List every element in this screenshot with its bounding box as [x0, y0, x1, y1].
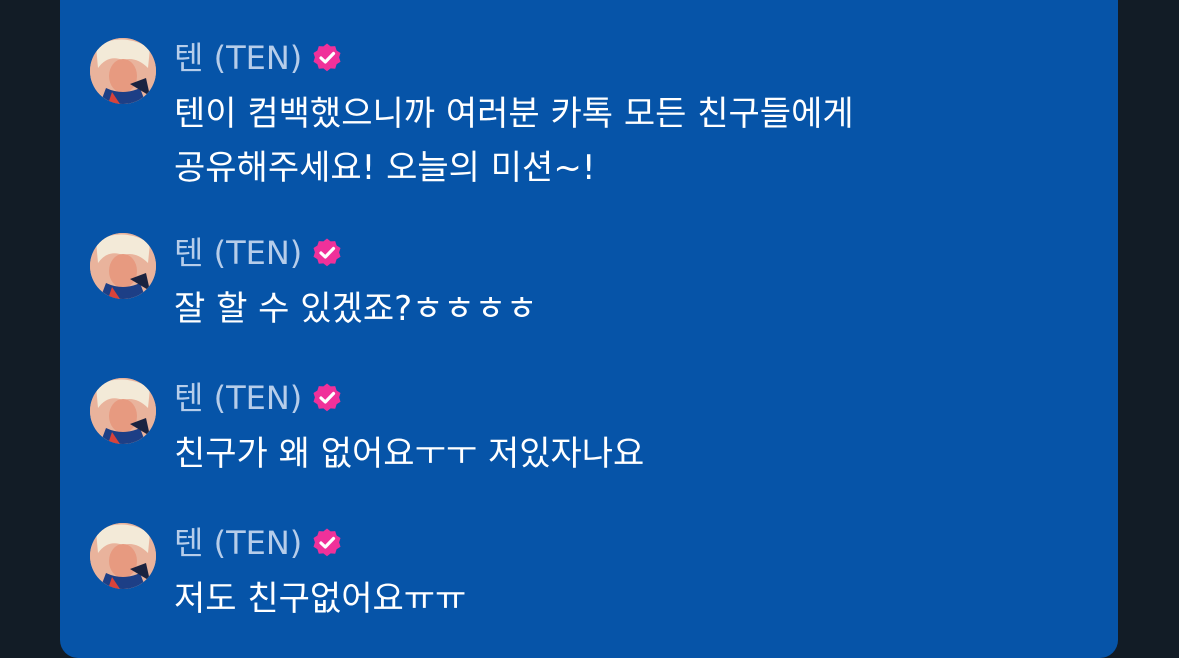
author-name[interactable]: 텐 (TEN)	[174, 376, 302, 420]
verified-badge-icon	[313, 383, 341, 412]
avatar[interactable]	[90, 378, 156, 444]
author-row: 텐 (TEN)	[174, 521, 343, 565]
author-name[interactable]: 텐 (TEN)	[174, 36, 302, 80]
author-row: 텐 (TEN)	[174, 36, 343, 80]
message-text: 잘 할 수 있겠죠?ㅎㅎㅎㅎ	[174, 289, 538, 329]
author-row: 텐 (TEN)	[174, 376, 343, 420]
author-row: 텐 (TEN)	[174, 231, 343, 275]
message-text: 저도 친구없어요ㅠㅠ	[174, 579, 467, 619]
verified-badge-icon	[313, 238, 341, 267]
avatar[interactable]	[90, 38, 156, 104]
verified-badge-icon	[313, 528, 341, 557]
avatar[interactable]	[90, 523, 156, 589]
verified-badge-icon	[313, 43, 341, 72]
author-name[interactable]: 텐 (TEN)	[174, 231, 302, 275]
author-name[interactable]: 텐 (TEN)	[174, 521, 302, 565]
message-text: 친구가 왜 없어요ㅜㅜ 저있자나요	[174, 434, 645, 474]
avatar[interactable]	[90, 233, 156, 299]
message-text: 텐이 컴백했으니까 여러분 카톡 모든 친구들에게 공유해주세요! 오늘의 미션…	[174, 94, 854, 188]
